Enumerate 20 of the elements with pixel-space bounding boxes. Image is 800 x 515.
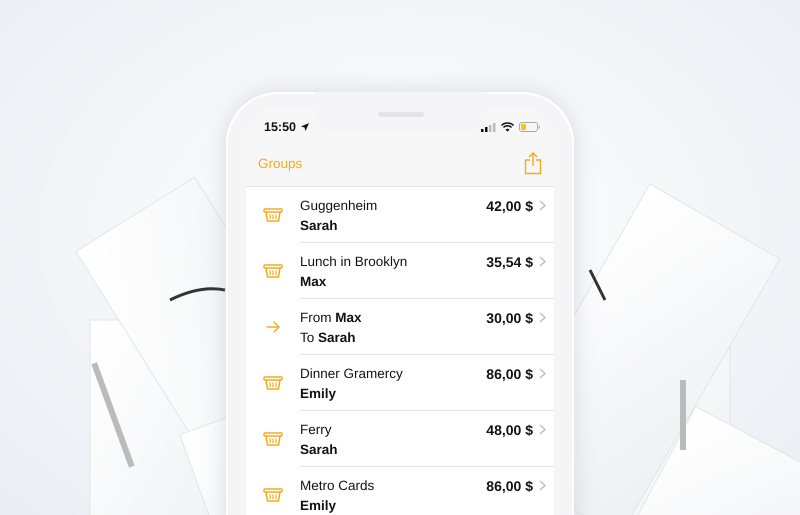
item-person: Sarah	[300, 218, 338, 234]
item-title: Guggenheim	[300, 198, 378, 214]
item-title: Metro Cards	[300, 478, 374, 494]
item-title: Dinner Gramercy	[300, 366, 403, 382]
item-amount: 48,00 $	[486, 422, 533, 438]
item-person: Sarah	[300, 442, 338, 458]
item-person: Emily	[300, 386, 336, 402]
item-amount: 86,00 $	[486, 366, 533, 382]
item-amount: 35,54 $	[486, 254, 533, 270]
item-amount: 86,00 $	[486, 478, 533, 494]
item-title: From Max	[300, 310, 362, 326]
item-title: Lunch in Brooklyn	[300, 254, 408, 270]
item-amount: 30,00 $	[486, 310, 533, 326]
item-amount: 42,00 $	[486, 198, 533, 214]
status-time: 15:50	[264, 120, 296, 134]
back-button[interactable]: Groups	[258, 156, 302, 171]
item-title: Ferry	[300, 422, 332, 438]
item-person: Max	[300, 274, 326, 290]
item-person: Emily	[300, 498, 336, 514]
item-person: To Sarah	[300, 330, 356, 346]
